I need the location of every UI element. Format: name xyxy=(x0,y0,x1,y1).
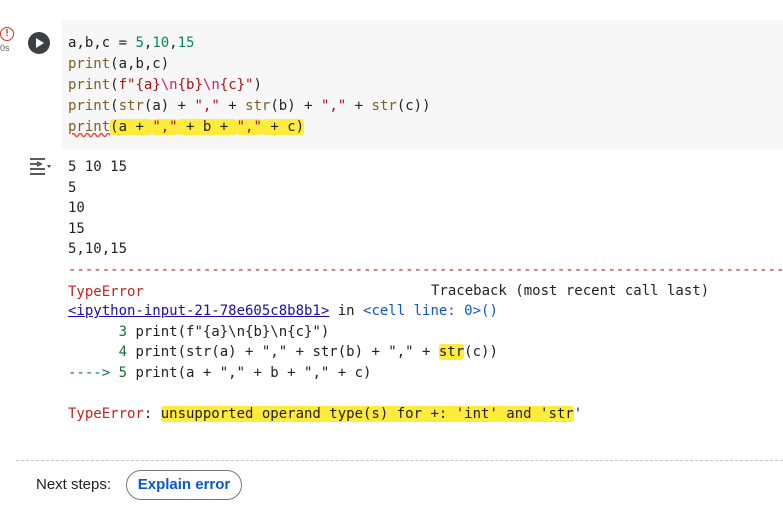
line-number: 3 xyxy=(68,323,136,340)
code-token: 10 xyxy=(152,35,170,51)
source-file-link[interactable]: <ipython-input-21-78e605c8b8b1> xyxy=(68,303,329,319)
line-code: print(a + "," + b + "," + c) xyxy=(135,364,372,381)
code-editor[interactable]: a,b,c = 5,10,15 print(a,b,c) print(f"{a}\n… xyxy=(68,33,431,138)
code-line: print(f"{a}\n{b}\n{c}") xyxy=(68,75,431,96)
code-token: "," xyxy=(152,119,178,135)
error-arrow: ----> 5 xyxy=(68,364,136,381)
next-steps-label: Next steps: xyxy=(36,476,112,493)
code-token: f"{a} xyxy=(118,77,161,93)
stdout-line: 5 xyxy=(68,179,77,196)
code-token: a,b,c = xyxy=(68,35,136,51)
traceback-line-3: 3 print(f"{a}\n{b}\n{c}") xyxy=(68,322,783,343)
code-token: ( xyxy=(110,77,119,93)
traceback-header: TypeError Traceback (most recent call la… xyxy=(68,281,783,302)
error-message-tail: ' xyxy=(573,406,583,423)
stdout-line: 10 xyxy=(68,200,85,217)
error-message: unsupported operand type(s) for +: 'int'… xyxy=(160,406,574,423)
code-token: "," xyxy=(236,119,262,135)
traceback-error-type: TypeError xyxy=(68,283,144,300)
traceback-divider: ----------------------------------------… xyxy=(68,261,783,278)
code-token: , xyxy=(169,35,178,51)
code-token: print xyxy=(68,56,111,72)
code-token: "," xyxy=(320,98,347,114)
code-line: print(str(a) + "," + str(b) + "," + str(… xyxy=(68,96,431,117)
code-line: a,b,c = 5,10,15 xyxy=(68,33,431,54)
code-token: + b + xyxy=(177,119,237,135)
code-line: print(a + "," + b + "," + c) xyxy=(68,117,431,138)
traceback-source-line: <ipython-input-21-78e605c8b8b1> in <cell… xyxy=(68,301,783,322)
error-type: TypeError xyxy=(68,406,144,423)
in-text: in xyxy=(329,303,364,320)
code-token: print xyxy=(68,77,111,93)
output-toggle-icon[interactable] xyxy=(28,156,54,180)
code-token: + xyxy=(219,98,246,114)
code-line: print(a,b,c) xyxy=(68,54,431,75)
code-token: + c) xyxy=(261,119,305,135)
run-cell-button[interactable] xyxy=(28,32,50,54)
line-code-tail: (c)) xyxy=(464,344,498,361)
code-token: {b} xyxy=(177,77,203,93)
cell-line-ref: <cell line: 0> xyxy=(363,303,482,320)
traceback-line-5: ----> 5 print(a + "," + b + "," + c) xyxy=(68,363,783,384)
cell-line-suffix: () xyxy=(481,303,498,320)
code-token: str xyxy=(118,98,144,114)
stdout: 5 10 15 5 10 15 5,10,15 xyxy=(68,157,783,260)
code-token: (b) + xyxy=(270,98,321,114)
code-token: str xyxy=(371,98,397,114)
code-token: 5 xyxy=(135,35,144,51)
line-code: print(f"{a}\n{b}\n{c}") xyxy=(135,323,330,340)
code-token: 15 xyxy=(177,35,195,51)
code-token: ) xyxy=(253,77,262,93)
code-token: (a) + xyxy=(143,98,195,114)
line-code: print(str(a) + "," + str(b) + "," + xyxy=(135,344,439,361)
code-token: ( xyxy=(110,98,119,114)
code-token: \n xyxy=(202,77,220,93)
stdout-line: 5 10 15 xyxy=(68,159,128,175)
code-token: {c}" xyxy=(219,77,254,93)
code-token: \n xyxy=(160,77,178,93)
code-token: (c)) xyxy=(396,98,431,114)
error-colon: : xyxy=(143,406,161,423)
traceback-title: Traceback (most recent call last) xyxy=(431,282,710,299)
error-icon[interactable]: ! xyxy=(0,27,14,41)
cell-output: 5 10 15 5 10 15 5,10,15 --------------------… xyxy=(68,157,783,425)
code-token: print xyxy=(68,119,111,135)
code-token: (a + xyxy=(110,119,153,135)
traceback-error-message: TypeError: unsupported operand type(s) f… xyxy=(68,404,783,425)
code-cell[interactable]: a,b,c = 5,10,15 print(a,b,c) print(f"{a}\n… xyxy=(62,20,783,149)
highlighted-code: str xyxy=(438,344,465,361)
code-token: print xyxy=(68,98,111,114)
stdout-line: 5,10,15 xyxy=(68,241,128,258)
code-token: "," xyxy=(194,98,220,114)
output-separator xyxy=(16,460,783,461)
traceback-line-4: 4 print(str(a) + "," + str(b) + "," + st… xyxy=(68,342,783,363)
line-number: 4 xyxy=(68,344,136,361)
execution-time: 0s xyxy=(0,43,10,53)
code-token: (a,b,c) xyxy=(110,56,170,72)
code-token: + xyxy=(346,98,372,114)
code-token: str xyxy=(245,98,271,114)
explain-error-button[interactable]: Explain error xyxy=(126,470,242,500)
stdout-line: 15 xyxy=(68,220,85,237)
